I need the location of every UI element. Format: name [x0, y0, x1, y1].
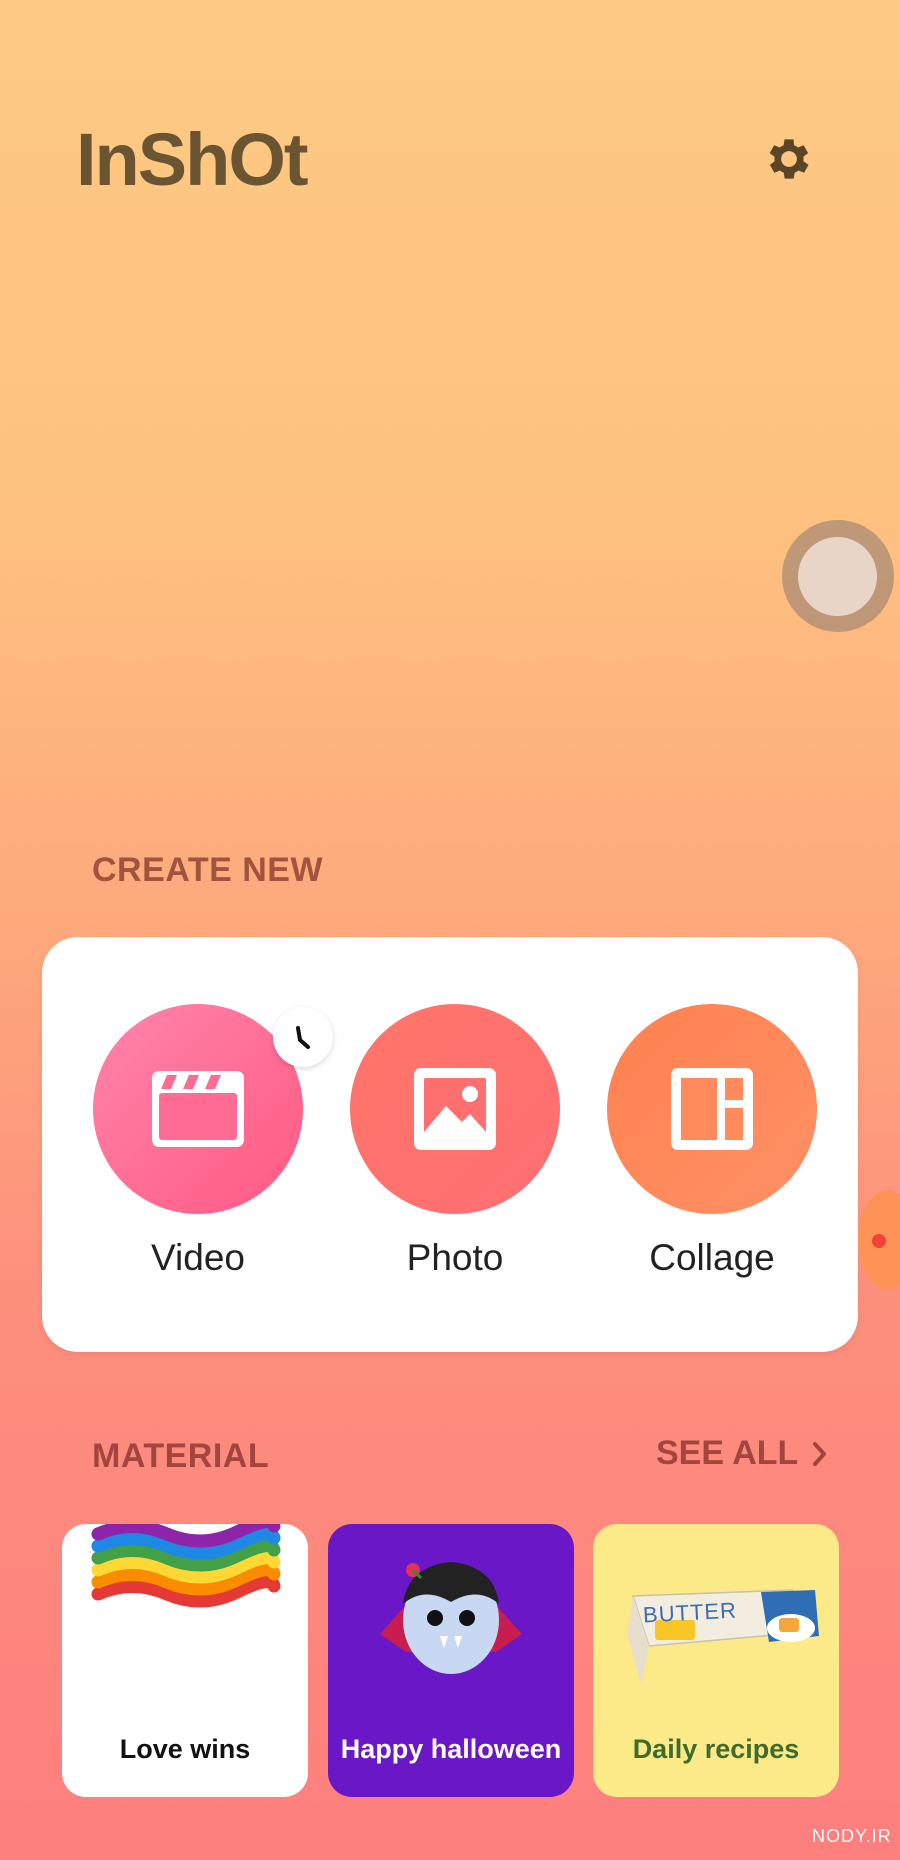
create-collage-label: Collage — [649, 1237, 775, 1278]
clapperboard-icon — [152, 1071, 244, 1147]
floating-assistive-button-core[interactable] — [798, 537, 877, 616]
create-video-button[interactable]: Video — [78, 937, 333, 1352]
create-new-card: Video Photo Collage — [42, 937, 858, 1352]
rainbow-flag-icon — [91, 1524, 281, 1608]
collage-circle[interactable] — [607, 1004, 817, 1214]
collage-layout-icon — [671, 1068, 753, 1150]
create-collage-button[interactable]: Collage — [592, 937, 832, 1352]
material-tile-happy-halloween[interactable]: Happy halloween — [328, 1524, 574, 1797]
video-circle[interactable] — [93, 1004, 303, 1214]
material-tile-daily-recipes[interactable]: BUTTER Daily recipes — [593, 1524, 839, 1797]
create-photo-button[interactable]: Photo — [335, 937, 575, 1352]
see-all-button[interactable]: SEE ALL — [656, 1434, 828, 1473]
gear-icon — [769, 139, 809, 179]
create-photo-label: Photo — [406, 1237, 504, 1278]
clock-icon — [296, 1026, 310, 1049]
material-tile-love-wins[interactable]: Love wins — [62, 1524, 308, 1797]
material-tile-label: Happy halloween — [340, 1734, 562, 1764]
create-new-title: CREATE NEW — [92, 851, 324, 889]
material-tile-label: Daily recipes — [632, 1734, 800, 1764]
material-tile-label: Love wins — [119, 1734, 251, 1764]
notification-dot — [872, 1234, 886, 1248]
vampire-icon — [380, 1562, 522, 1674]
material-title: MATERIAL — [92, 1437, 270, 1475]
app-logo: InShOt — [76, 118, 309, 201]
photo-circle[interactable] — [350, 1004, 560, 1214]
watermark-text: NODY.IR — [812, 1826, 892, 1846]
see-all-label: SEE ALL — [656, 1434, 799, 1472]
butter-box-text: BUTTER — [642, 1597, 738, 1628]
settings-button[interactable] — [760, 130, 818, 188]
recent-drafts-badge[interactable] — [273, 1007, 333, 1067]
chevron-right-icon — [813, 1441, 827, 1466]
create-video-label: Video — [151, 1237, 245, 1278]
image-icon — [414, 1068, 496, 1150]
